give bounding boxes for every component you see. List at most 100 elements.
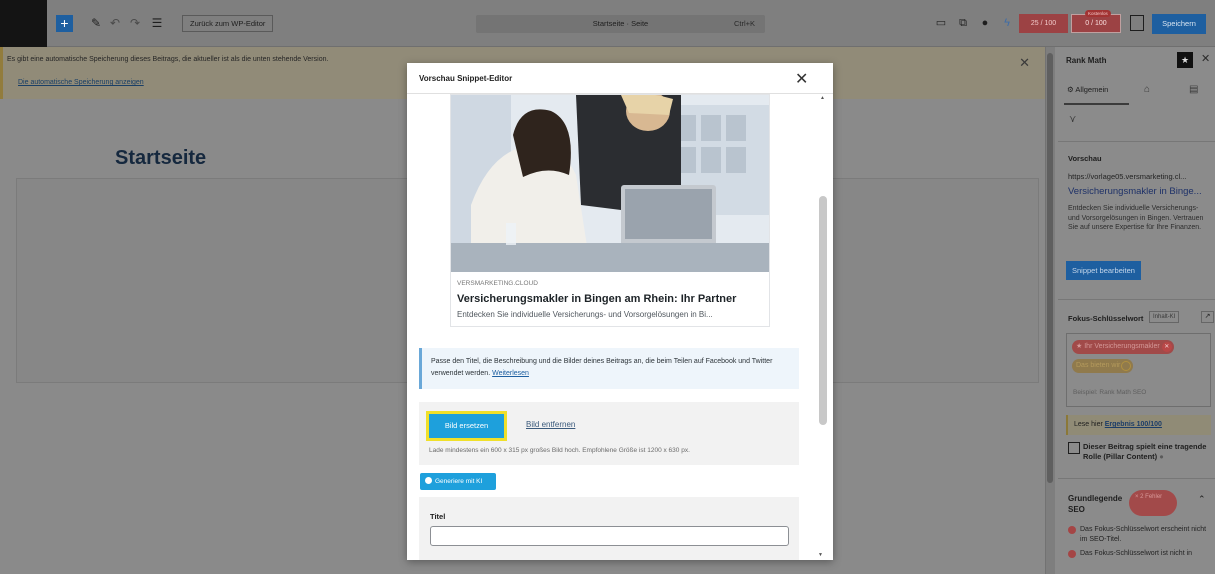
info-notice: Passe den Titel, die Beschreibung und di… [419,348,799,389]
schema-icon[interactable]: ▤ [1189,84,1198,95]
image-size-hint: Lade mindestens ein 600 x 315 px großes … [429,447,690,454]
scroll-thumb[interactable] [819,196,827,425]
title-input[interactable] [430,526,789,546]
panel-icon[interactable] [1130,15,1144,31]
yoast-icon[interactable]: ● [978,15,992,31]
preview-heading: Vorschau [1068,154,1102,163]
snippet-editor-modal: Vorschau Snippet-Editor ✕ VERSMARKETING.… [407,63,833,560]
keyword-placeholder: Beispiel: Rank Math SEO [1073,389,1147,396]
plus-icon[interactable]: + [56,15,73,32]
remove-image-link[interactable]: Bild entfernen [526,420,575,429]
office-photo [451,95,769,272]
seo-check-error: Das Fokus-Schlüsselwort ist nicht in [1068,549,1208,559]
social-preview-card: VERSMARKETING.CLOUD Versicherungsmakler … [450,94,770,327]
keyword-chip-label: Ihr Versicherungsmakler [1084,343,1160,350]
edit-snippet-button[interactable]: Snippet bearbeiten [1066,261,1141,280]
basic-seo-heading[interactable]: Grundlegende SEO [1068,493,1126,515]
preview-image [451,95,769,272]
document-title: Startseite · Seite [592,19,649,28]
modal-title: Vorschau Snippet-Editor [419,74,513,83]
ai-icon [425,477,432,484]
errors-badge: × 2 Fehler [1129,490,1177,516]
active-tab-indicator [1064,103,1129,105]
content-score-button[interactable]: Kostenlos 0 / 100 [1071,10,1121,33]
trend-icon[interactable]: ↗ [1201,311,1214,323]
tab-general-label: Allgemein [1075,85,1109,94]
seo-score-button[interactable]: 25 / 100 [1019,14,1068,33]
focus-keyword-input[interactable]: ★ Ihr Versicherungsmakler ✕ Das bieten wi… [1066,333,1211,407]
content-score-value: 0 / 100 [1085,20,1107,27]
result-prefix: Lese hier [1074,421,1103,428]
preview-description: Entdecken Sie individuelle Versicherungs… [1068,205,1204,231]
title-section: Titel [419,497,799,560]
star-icon[interactable]: ★ [1177,52,1193,68]
tab-general[interactable]: ⚙ Allgemein [1067,85,1108,94]
preview-site: VERSMARKETING.CLOUD [457,280,538,287]
info-text: Passe den Titel, die Beschreibung und di… [431,356,796,380]
result-link[interactable]: Ergebnis 100/100 [1105,421,1162,428]
seo-check-text: Das Fokus-Schlüsselwort erscheint nicht … [1080,526,1207,543]
keyword-chip-primary[interactable]: ★ Ihr Versicherungsmakler ✕ [1072,340,1174,354]
content-ai-button[interactable]: Inhalt-KI [1149,311,1180,323]
gear-icon: ⚙ [1067,85,1074,94]
remove-keyword-icon[interactable]: ✕ [1161,342,1172,352]
seo-check-error: Das Fokus-Schlüsselwort erscheint nicht … [1068,525,1208,545]
filter-icon[interactable]: ⋎ [1069,114,1076,125]
sidebar-scrollbar[interactable] [1046,47,1055,574]
modal-scrollbar[interactable]: ▲ ▼ [816,94,831,558]
modal-header: Vorschau Snippet-Editor ✕ [407,63,833,94]
remove-keyword-icon[interactable] [1121,361,1132,371]
page-title[interactable]: Startseite [115,147,206,170]
pillar-content-checkbox[interactable] [1068,442,1080,454]
pillar-content-label: Dieser Beitrag spielt eine tragende Roll… [1083,442,1213,462]
basic-seo-label: Grundlegende SEO [1068,494,1123,514]
wordpress-logo[interactable] [0,0,47,47]
info-message: Passe den Titel, die Beschreibung und di… [431,358,773,377]
title-label: Titel [430,512,446,521]
preview-card-description: Entdecken Sie individuelle Versicherungs… [457,310,713,319]
pen-icon[interactable]: ✎ [88,15,104,31]
external-link-icon[interactable]: ⧉ [956,15,970,31]
result-notice: Lese hier Ergebnis 100/100 [1066,415,1211,435]
generate-with-ai-label: Generiere mit KI [435,478,483,485]
view-autosave-link[interactable]: Die automatische Speicherung anzeigen [18,79,144,86]
error-icon [1068,526,1076,534]
shortcut-hint: Ctrl+K [733,19,755,28]
editor-toolbar: + ✎ ↶ ↷ ☰ Zurück zum WP-Editor Startseit… [0,0,1215,47]
pillar-content-text: Dieser Beitrag spielt eine tragende Roll… [1083,442,1207,461]
preview-card-title: Versicherungsmakler in Bingen am Rhein: … [457,293,737,305]
autosave-notice-text: Es gibt eine automatische Speicherung di… [7,56,329,63]
document-title-bar[interactable]: Startseite · Seite Ctrl+K [476,15,765,33]
image-settings: Bild ersetzen Bild entfernen Lade mindes… [419,402,799,465]
help-icon[interactable]: ● [1159,452,1164,461]
scroll-up-icon[interactable]: ▲ [820,95,825,101]
close-icon[interactable]: ✕ [1201,52,1210,65]
preview-url: https://vorlage05.versmarketing.cl... [1068,172,1187,181]
divider [1058,478,1215,479]
score-badge: Kostenlos [1085,10,1111,17]
close-icon[interactable]: ✕ [1019,55,1030,71]
rank-math-sidebar: Rank Math ★ ✕ ⚙ Allgemein ⌂ ▤ ⋎ Vorschau… [1045,47,1215,574]
read-more-link[interactable]: Weiterlesen [492,370,529,377]
list-view-icon[interactable]: ☰ [149,15,165,31]
back-to-wp-editor-button[interactable]: Zurück zum WP-Editor [182,15,274,32]
keyword-chip-secondary[interactable]: Das bieten wir [1072,359,1134,373]
close-icon[interactable]: ✕ [795,69,808,89]
preview-title: Versicherungsmakler in Binge... [1068,186,1202,197]
chevron-up-icon[interactable]: ⌃ [1198,494,1206,505]
desktop-icon[interactable]: ▭ [934,15,948,31]
seo-check-text: Das Fokus-Schlüsselwort ist nicht in [1080,550,1193,557]
undo-icon[interactable]: ↶ [107,15,123,31]
divider [1058,299,1215,300]
focus-keyword-label: Fokus-Schlüsselwort [1068,314,1144,323]
scroll-down-icon[interactable]: ▼ [818,552,823,558]
divider [1058,141,1215,142]
snippet-icon[interactable]: ⌂ [1144,84,1150,95]
keyword-chip-label: Das bieten wir [1076,362,1121,369]
redo-icon[interactable]: ↷ [127,15,143,31]
replace-image-button[interactable]: Bild ersetzen [426,411,507,441]
sidebar-title: Rank Math [1066,56,1107,65]
save-button[interactable]: Speichern [1152,14,1206,34]
bolt-icon[interactable]: ϟ [1000,15,1014,31]
generate-with-ai-button[interactable]: Generiere mit KI [420,473,496,490]
